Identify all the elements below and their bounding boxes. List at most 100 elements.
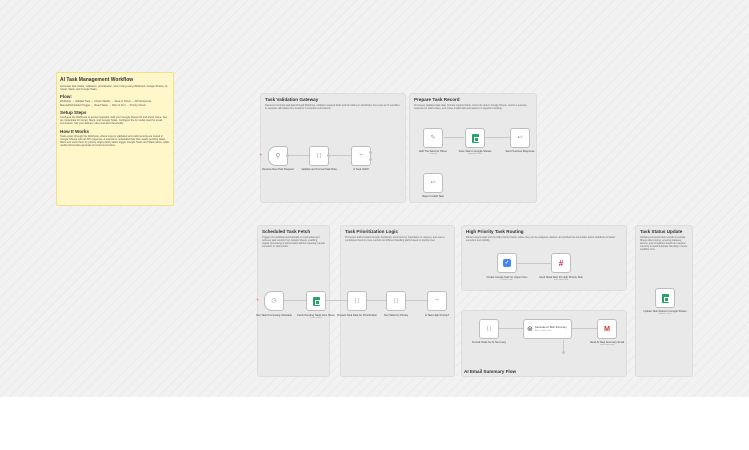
group-title: High Priority Task Routing [466, 229, 524, 234]
output-port[interactable] [286, 154, 289, 157]
bolt-icon: ✦ [259, 152, 263, 157]
note-setup-heading: Setup Steps [60, 109, 87, 115]
node-send-slack-alert[interactable]: # [551, 253, 571, 273]
group-title: Prepare Task Record [414, 97, 460, 102]
node-label: Edit The data For Sheet manual [411, 150, 455, 156]
branch-icon: ⑂ [435, 298, 439, 304]
clock-icon: ◷ [271, 298, 277, 304]
node-sublabel: Basic LLM Chain [534, 329, 552, 332]
node-fetch-pending-tasks[interactable] [306, 291, 326, 311]
connection[interactable] [499, 328, 523, 329]
node-label: Fetch Pending Tasks from Sheet read: she… [294, 314, 338, 320]
node-create-google-task[interactable]: ✓ [497, 253, 517, 273]
node-send-ai-summary-email[interactable]: M [597, 319, 617, 339]
group-description: Triggers the workflow automatically on a… [262, 236, 325, 248]
google-sheets-icon [661, 293, 669, 303]
connection[interactable] [367, 300, 386, 301]
note-title: AI Task Management Workflow [60, 77, 134, 83]
group-description: Routes urgent tasks into the high priori… [466, 236, 616, 242]
node-is-task-valid[interactable]: ⑂ [351, 146, 371, 166]
node-sublabel: post: message [553, 279, 569, 282]
reply-icon: ↩ [517, 135, 523, 141]
group-title: Task Status Update [640, 229, 683, 234]
note-flow-text: Webhook → Validate Task → Check Validity… [60, 100, 152, 107]
google-sheets-icon [471, 133, 479, 143]
group-title: Task Prioritization Logic [345, 229, 399, 234]
ai-model-port[interactable] [562, 351, 565, 354]
output-port-true[interactable] [369, 151, 372, 154]
connection[interactable] [288, 155, 309, 156]
node-sublabel: update: sheet [658, 313, 672, 316]
connection[interactable] [572, 328, 597, 329]
node-label: Receive New Task Request [262, 168, 294, 171]
node-sublabel: read: sheet [310, 317, 322, 320]
node-generate-ai-summary[interactable]: ⊛ Generate AI Task Summary Basic LLM Cha… [523, 319, 572, 339]
sticky-note-overview[interactable]: AI Task Management Workflow Automate tas… [56, 72, 174, 206]
node-update-task-status[interactable] [655, 288, 675, 308]
output-port-false[interactable] [369, 158, 372, 161]
node-label: Is Task High Priority? [424, 314, 450, 317]
node-label: Update Task Status in Google Sheets upda… [643, 310, 687, 316]
group-description: Processes fetched tasks through JavaScri… [345, 236, 445, 242]
node-edit-data-for-sheet[interactable]: ✎ [423, 128, 443, 148]
bolt-icon: ✦ [256, 297, 260, 302]
node-run-task-processing-schedule[interactable]: ◷ [264, 291, 284, 311]
node-label: Run Task Processing Schedule [256, 314, 292, 317]
node-label: Save Task to Google Sheets append: sheet [453, 150, 497, 156]
group-title-ai-summary: AI Email Summary Flow [464, 369, 517, 374]
node-sort-tasks-by-priority[interactable]: { } [386, 291, 406, 311]
node-format-tasks-for-ai[interactable]: { } [479, 319, 499, 339]
node-send-success-response[interactable]: ↩ [510, 128, 530, 148]
code-icon: { } [486, 325, 492, 332]
gmail-icon: M [604, 325, 610, 333]
group-description: Updates processed task records in Google… [640, 236, 688, 251]
pencil-icon: ✎ [430, 135, 436, 141]
output-port[interactable] [327, 154, 330, 157]
node-label: Create Google Task for Urgent Item creat… [485, 276, 529, 282]
google-tasks-icon: ✓ [503, 259, 511, 267]
connection[interactable] [284, 300, 306, 301]
node-label: Sort Tasks by Priority [383, 314, 409, 317]
node-label: Prepare Task Data for Prioritization [336, 314, 378, 317]
code-icon: { } [316, 152, 322, 159]
connection[interactable] [330, 155, 351, 156]
node-receive-new-task-request[interactable]: ⚲ [268, 146, 288, 166]
node-validate-and-format-task-data[interactable]: { } [309, 146, 329, 166]
node-label: Reject Invalid Task [422, 195, 444, 198]
slack-icon: # [558, 258, 564, 268]
note-how-heading: How It Works [60, 128, 90, 134]
group-title: Task Validation Gateway [265, 97, 319, 102]
reply-icon: ↩ [430, 180, 436, 186]
google-sheets-icon [312, 296, 320, 306]
node-save-task-to-google-sheets[interactable] [465, 128, 485, 148]
node-sublabel: create: task [501, 279, 513, 282]
workflow-canvas[interactable]: AI Task Management Workflow Automate tas… [0, 0, 749, 397]
node-label: Validate and Format Task Data [301, 168, 337, 171]
code-icon: { } [354, 297, 360, 304]
code-icon: { } [393, 297, 399, 304]
node-label: Format Tasks for AI Summary [471, 341, 507, 344]
node-is-task-high-priority[interactable]: ⑂ [427, 291, 447, 311]
connection[interactable] [444, 137, 464, 138]
group-description: Processes validated task data, formats r… [414, 104, 527, 110]
node-prepare-task-data[interactable]: { } [347, 291, 367, 311]
connection[interactable] [517, 263, 551, 264]
note-how-text: Tasks enter through the Webhook, where i… [60, 134, 170, 148]
note-intro: Automate task intake, validation, priori… [60, 85, 169, 92]
note-flow-heading: Flow: [60, 94, 72, 100]
connection[interactable] [485, 137, 510, 138]
connection[interactable] [406, 300, 427, 301]
webhook-icon: ⚲ [275, 152, 281, 160]
node-sublabel: send: message [599, 344, 615, 347]
group-description: Receives incoming task data through Webh… [265, 104, 400, 110]
node-sublabel: append: sheet [468, 153, 482, 156]
node-reject-invalid-task[interactable]: ↩ [423, 173, 443, 193]
node-sublabel: manual [429, 153, 437, 156]
node-label: Send AI Task Summary Email send: message [585, 341, 629, 347]
node-label: Is Task Valid? [353, 168, 369, 171]
connection[interactable] [326, 300, 347, 301]
note-setup-text: Configure the Webhook to accept requests… [60, 115, 167, 126]
node-label: Send Slack Alert for High Priority Task … [539, 276, 583, 282]
node-label: Send Success Response [505, 150, 535, 153]
group-title: Scheduled Task Fetch [262, 229, 311, 234]
